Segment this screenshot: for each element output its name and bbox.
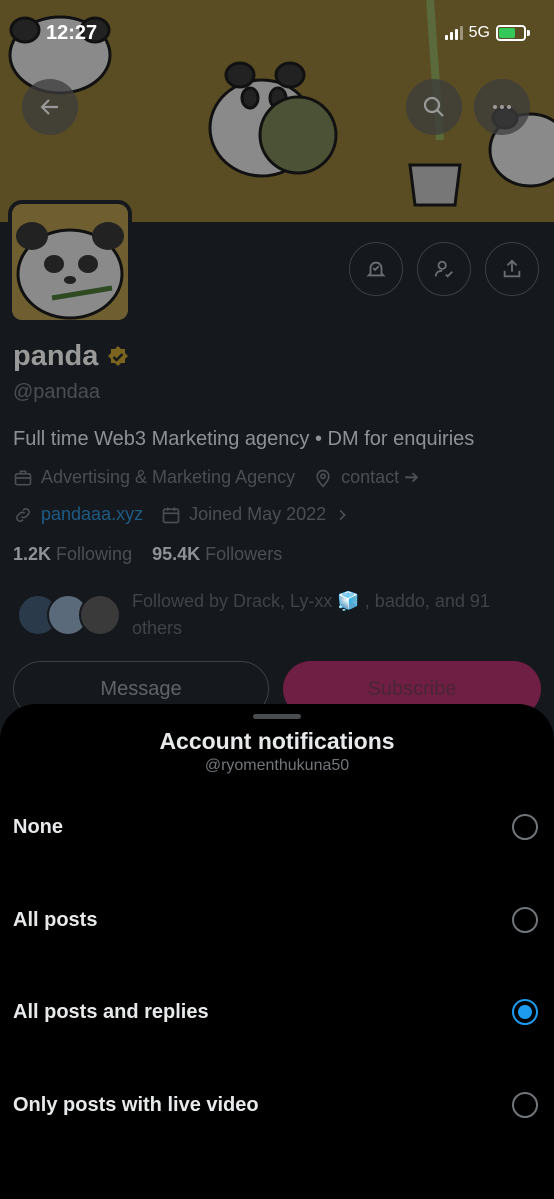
search-icon	[423, 96, 444, 117]
profile-avatar[interactable]	[8, 200, 132, 324]
chevron-right-icon[interactable]	[334, 507, 350, 523]
status-time: 12:27	[46, 22, 98, 44]
profile-bio: Full time Web3 Marketing agency • DM for…	[13, 428, 475, 450]
battery-icon	[496, 25, 526, 41]
followers-count: 95.4K	[152, 544, 201, 564]
followers-link[interactable]: 95.4K Followers	[152, 544, 282, 564]
network-type: 5G	[468, 24, 490, 41]
followed-by-text[interactable]: Followed by Drack, Ly-xx 🧊 , baddo, and …	[132, 588, 522, 642]
radio-button-selected[interactable]	[512, 999, 538, 1025]
calendar-icon	[162, 507, 180, 523]
person-check-icon	[434, 260, 453, 278]
profile-location: contact ➔	[341, 467, 420, 487]
sheet-grabber[interactable]	[253, 714, 301, 719]
follow-stats: 1.2K Following 95.4K Followers	[13, 544, 282, 565]
notifications-bell-button[interactable]	[349, 242, 403, 296]
following-count: 1.2K	[13, 544, 52, 564]
status-indicators: 5G	[444, 24, 530, 42]
radio-button[interactable]	[512, 1092, 538, 1118]
verified-badge-icon	[108, 345, 129, 366]
back-button[interactable]	[22, 79, 78, 135]
bell-check-icon	[366, 261, 386, 277]
profile-category: Advertising & Marketing Agency	[41, 467, 296, 487]
option-all-posts[interactable]: All posts	[0, 890, 554, 950]
following-button[interactable]	[417, 242, 471, 296]
sheet-subtitle: @ryomenthukuna50	[204, 757, 350, 774]
signal-icon	[444, 26, 463, 40]
profile-meta-row-2: pandaaa.xyz Joined May 2022	[13, 504, 350, 525]
profile-name: panda	[13, 340, 130, 373]
more-horizontal-icon	[493, 105, 511, 109]
arrow-left-icon	[40, 99, 58, 115]
profile-joined: Joined May 2022	[189, 504, 327, 524]
more-button[interactable]	[474, 79, 530, 135]
profile-meta-row-1: Advertising & Marketing Agency contact ➔	[13, 467, 419, 488]
avatar	[79, 594, 121, 636]
option-label: None	[13, 815, 63, 838]
profile-handle: @pandaa	[13, 381, 101, 403]
radio-button[interactable]	[512, 814, 538, 840]
option-none[interactable]: None	[0, 797, 554, 857]
share-icon	[503, 259, 521, 278]
search-button[interactable]	[406, 79, 462, 135]
account-notifications-sheet: Account notifications @ryomenthukuna50 N…	[0, 704, 554, 1199]
display-name: panda	[13, 340, 99, 372]
briefcase-icon	[14, 470, 32, 485]
option-all-posts-and-replies[interactable]: All posts and replies	[0, 982, 554, 1042]
link-icon	[16, 507, 30, 522]
option-label: All posts	[13, 908, 98, 931]
panda-avatar-illustration	[12, 204, 128, 320]
radio-button[interactable]	[512, 907, 538, 933]
share-button[interactable]	[485, 242, 539, 296]
sheet-title: Account notifications	[159, 728, 395, 754]
option-label: All posts and replies	[13, 1000, 209, 1023]
followed-by-avatars[interactable]	[17, 594, 121, 638]
option-label: Only posts with live video	[13, 1093, 259, 1116]
profile-banner: 12:27 5G	[0, 0, 554, 222]
following-label: Following	[56, 544, 133, 564]
profile-website-link[interactable]: pandaaa.xyz	[41, 504, 143, 525]
location-pin-icon	[316, 469, 330, 488]
following-link[interactable]: 1.2K Following	[13, 544, 132, 564]
option-only-live-video[interactable]: Only posts with live video	[0, 1075, 554, 1135]
followers-label: Followers	[205, 544, 283, 564]
